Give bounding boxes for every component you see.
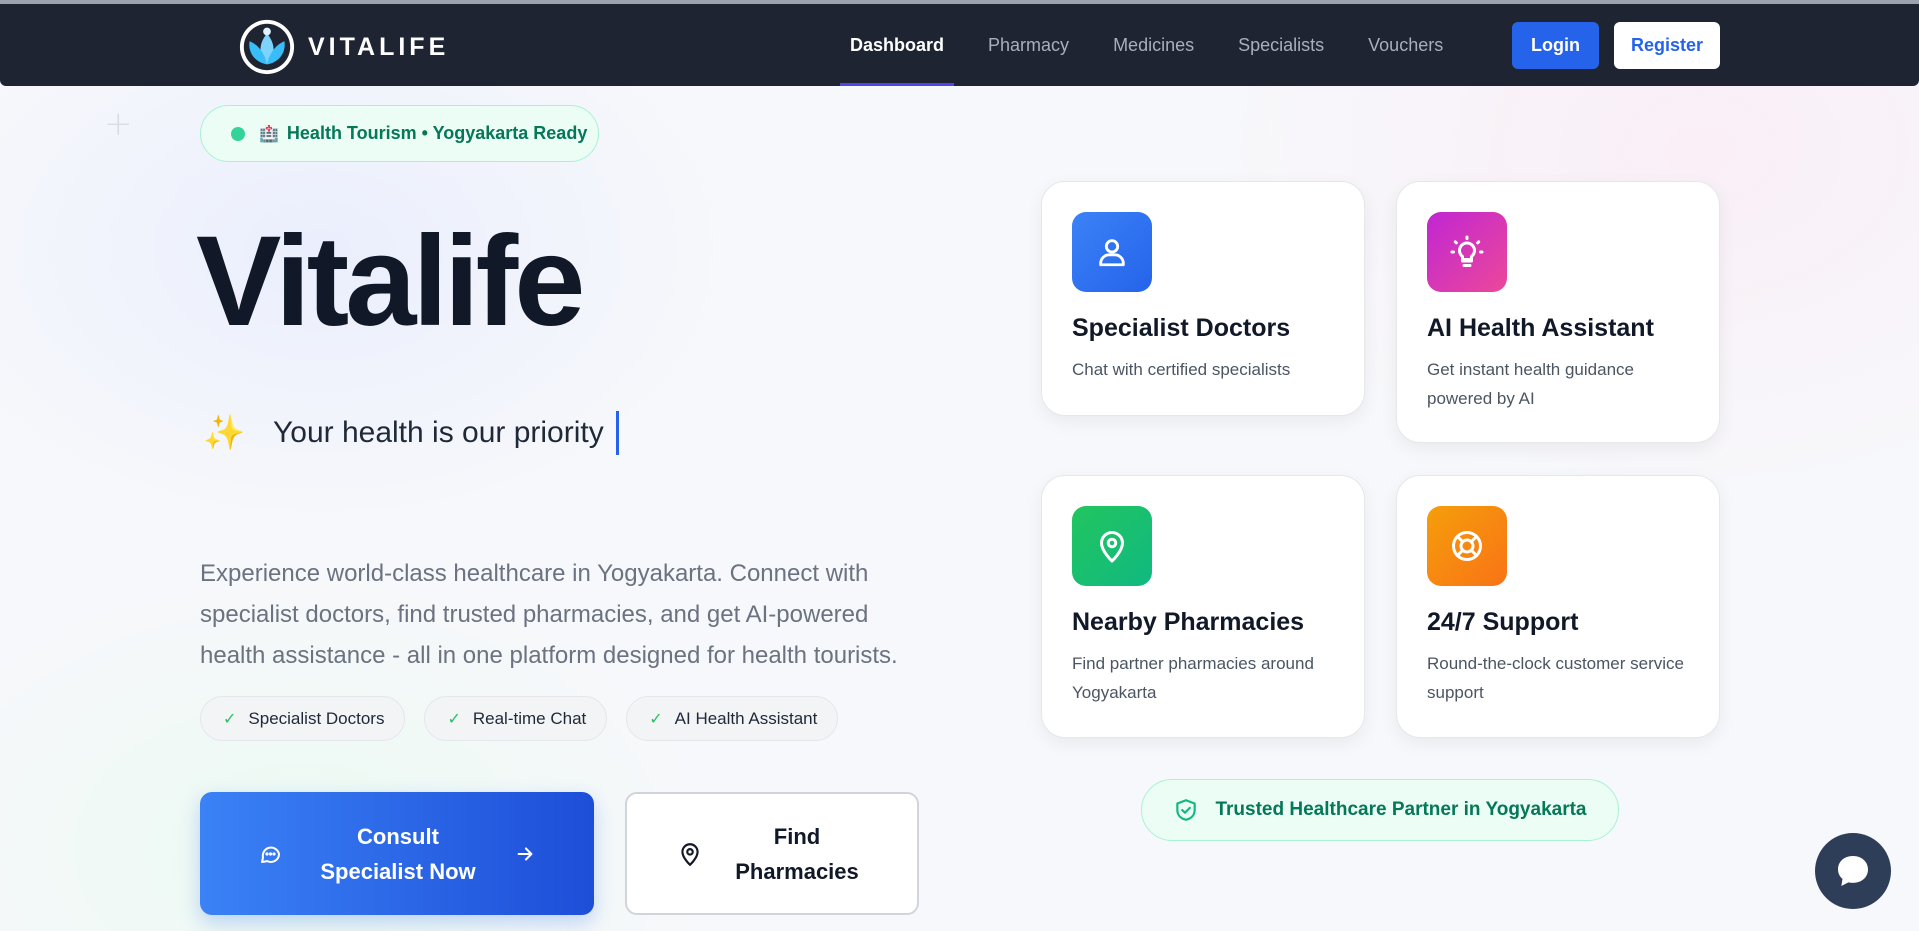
status-dot <box>231 126 245 141</box>
card-icon-tile <box>1427 506 1507 586</box>
find-button-label: Find Pharmacies <box>735 823 859 884</box>
consult-button-label: Consult Specialist Now <box>320 823 476 884</box>
card-title: 24/7 Support <box>1427 608 1579 636</box>
card-title: Specialist Doctors <box>1072 314 1291 342</box>
card-icon-tile <box>1427 212 1507 292</box>
card-title: Nearby Pharmacies <box>1072 608 1305 636</box>
nav-specialists[interactable]: Specialists <box>1216 4 1346 86</box>
card-title: AI Health Assistant <box>1427 314 1654 342</box>
chat-widget-button[interactable] <box>1815 833 1891 909</box>
hero-tagline: ✨ Your health is our priority <box>203 411 619 455</box>
feature-chip-label: Real-time Chat <box>472 708 587 728</box>
card-description: Chat with certified specialists <box>1072 360 1291 379</box>
card-24-7-support[interactable]: 24/7 Support Round-the-clock customer se… <box>1396 475 1720 738</box>
feature-chip: ✓ AI Health Assistant <box>626 696 839 741</box>
navbar: VITALIFE Dashboard Pharmacy Medicines Sp… <box>0 4 1919 86</box>
trusted-partner-text: Trusted Healthcare Partner in Yogyakarta <box>1215 799 1587 820</box>
main-nav: Dashboard Pharmacy Medicines Specialists… <box>828 4 1465 86</box>
chat-bubble-icon <box>1838 856 1868 886</box>
arrow-right-icon <box>517 846 533 861</box>
feature-chips: ✓ Specialist Doctors ✓ Real-time Chat ✓ … <box>200 696 839 741</box>
card-ai-health-assistant[interactable]: AI Health Assistant Get instant health g… <box>1396 181 1720 443</box>
map-pin-icon <box>681 842 699 866</box>
trusted-partner-badge: Trusted Healthcare Partner in Yogyakarta <box>1141 779 1619 841</box>
login-button[interactable]: Login <box>1512 22 1599 69</box>
feature-chip: ✓ Real-time Chat <box>424 696 608 741</box>
card-icon-tile <box>1072 506 1152 586</box>
card-description: Round-the-clock customer service support <box>1427 654 1684 702</box>
nav-pharmacy[interactable]: Pharmacy <box>966 4 1091 86</box>
health-tourism-badge: 🏥 Health Tourism • Yogyakarta Ready <box>200 105 599 162</box>
lotus-logo-icon <box>239 19 295 75</box>
user-icon <box>1099 239 1125 267</box>
nav-vouchers[interactable]: Vouchers <box>1346 4 1465 86</box>
typing-cursor <box>615 411 619 455</box>
hospital-icon: 🏥 <box>259 124 279 143</box>
feature-chip-label: Specialist Doctors <box>248 708 385 728</box>
card-specialist-doctors[interactable]: Specialist Doctors Chat with certified s… <box>1041 181 1365 416</box>
card-icon-tile <box>1072 212 1152 292</box>
lightbulb-icon <box>1450 235 1484 267</box>
card-nearby-pharmacies[interactable]: Nearby Pharmacies Find partner pharmacie… <box>1041 475 1365 738</box>
find-pharmacies-button[interactable]: Find Pharmacies <box>625 792 919 915</box>
consult-specialist-button[interactable]: Consult Specialist Now <box>200 792 594 915</box>
feature-chip-label: AI Health Assistant <box>674 708 818 728</box>
map-pin-icon <box>1100 531 1124 563</box>
check-icon: ✓ <box>649 709 663 728</box>
check-icon: ✓ <box>223 709 237 728</box>
check-icon: ✓ <box>447 709 461 728</box>
feature-chip: ✓ Specialist Doctors <box>200 696 406 741</box>
register-button[interactable]: Register <box>1614 22 1720 69</box>
chat-bubble-icon <box>261 846 280 863</box>
nav-medicines[interactable]: Medicines <box>1091 4 1216 86</box>
card-description: Find partner pharmacies around Yogyakart… <box>1072 654 1314 702</box>
plus-decoration-icon: + <box>104 104 133 144</box>
sparkles-icon: ✨ <box>203 413 246 453</box>
hero-description: Experience world-class healthcare in Yog… <box>200 560 898 669</box>
lifebuoy-icon <box>1452 531 1482 561</box>
card-description: Get instant health guidance powered by A… <box>1427 360 1634 408</box>
tagline-text: Your health is our priority <box>273 416 604 449</box>
brand-logo[interactable]: VITALIFE <box>238 18 449 76</box>
badge-text: Health Tourism • Yogyakarta Ready <box>286 123 588 143</box>
hero-title: Vitalife <box>196 210 585 353</box>
shield-check-icon <box>1176 799 1197 821</box>
nav-dashboard[interactable]: Dashboard <box>828 4 966 86</box>
brand-name: VITALIFE <box>308 32 450 61</box>
